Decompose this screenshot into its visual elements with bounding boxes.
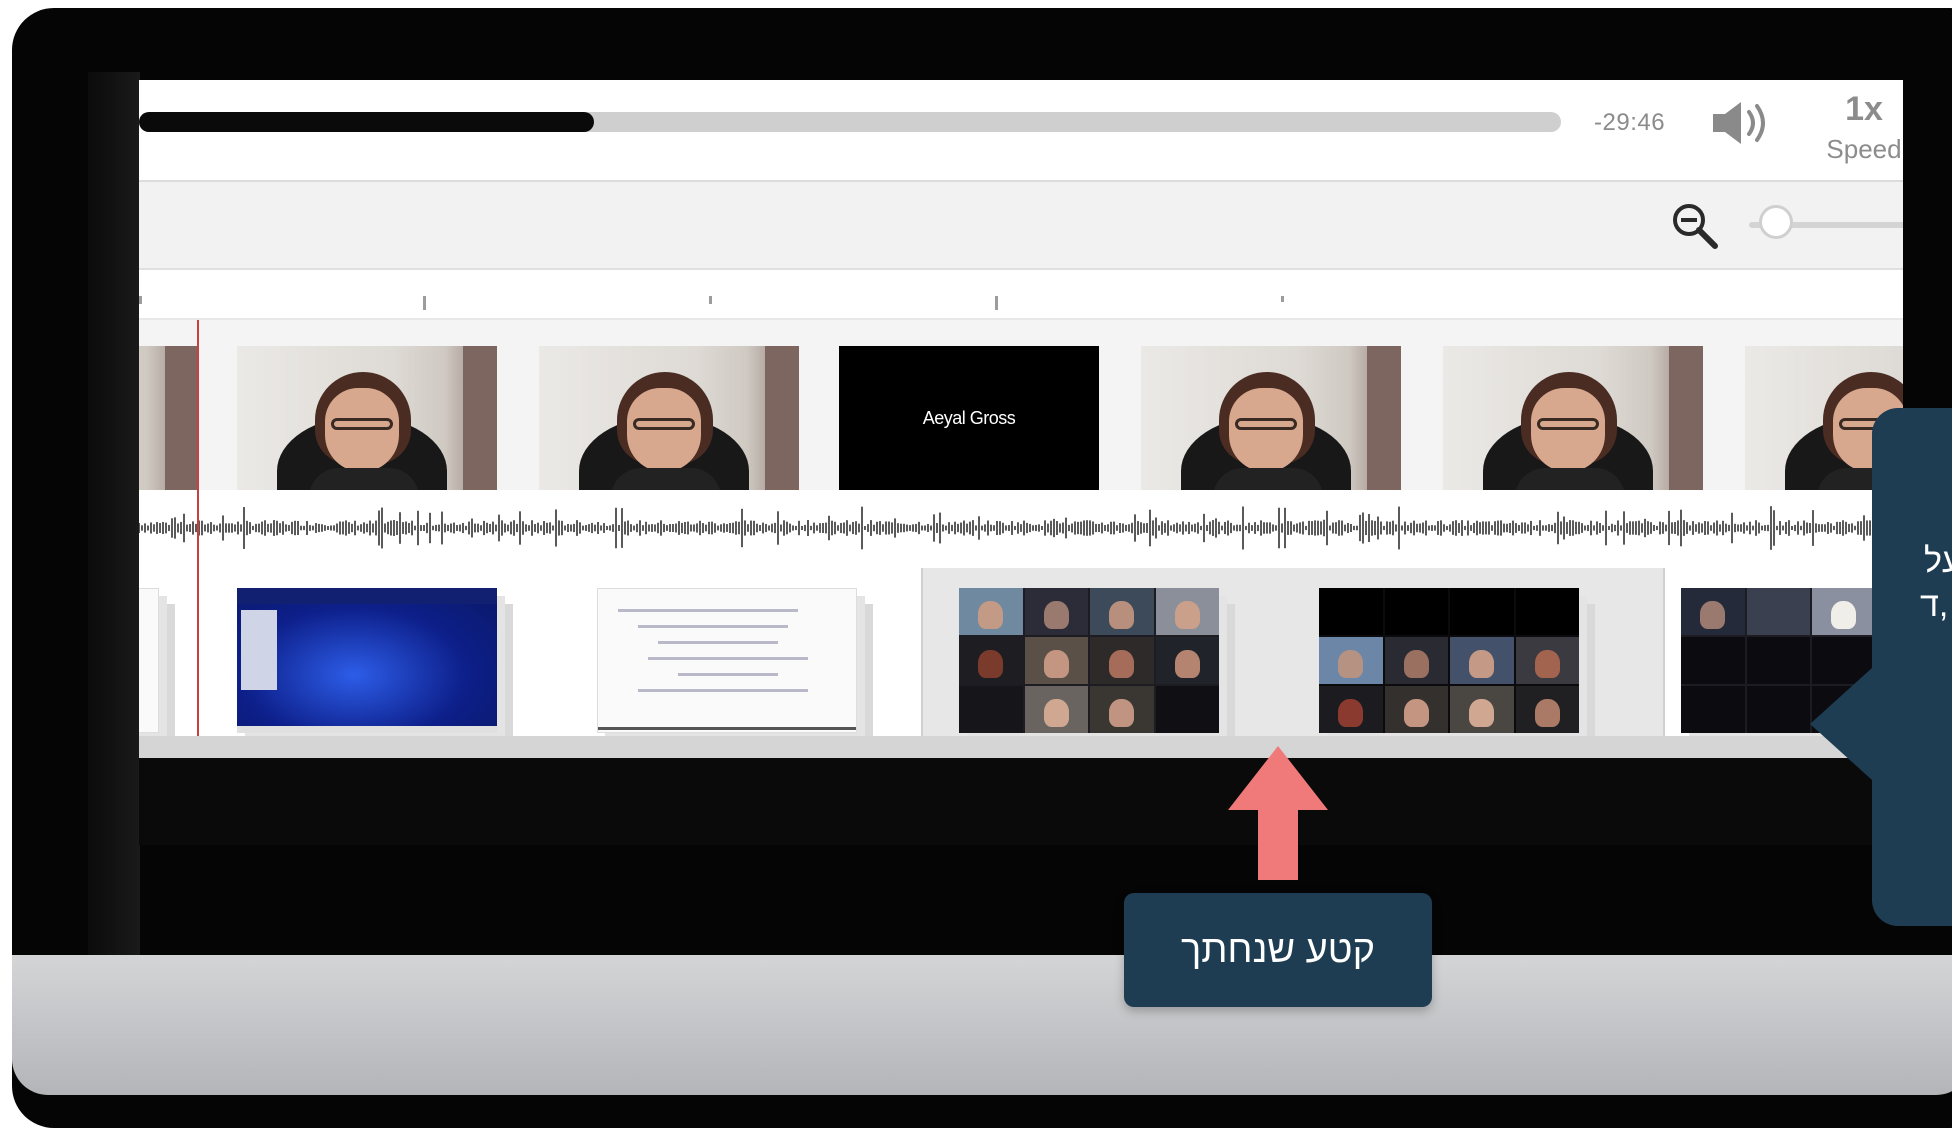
callout-cut-segment: קטע שנחתך [1124, 893, 1432, 1007]
screen-share-track[interactable] [139, 568, 1903, 736]
progress-fill [139, 112, 595, 132]
callout-right: על ד, [1810, 408, 1952, 926]
callout-cut-segment-text: קטע שנחתך [1181, 928, 1375, 971]
volume-icon[interactable] [1709, 98, 1775, 148]
player-bar: -29:46 1x Speed [139, 80, 1903, 182]
video-frame[interactable] [139, 346, 199, 491]
video-frame[interactable] [1443, 346, 1703, 491]
callout-pointer [1810, 668, 1872, 780]
video-frame[interactable] [539, 346, 799, 491]
screen-slide[interactable] [597, 588, 857, 733]
editor-screen: -29:46 1x Speed Aeyal Gross [139, 80, 1903, 845]
video-track[interactable]: Aeyal Gross [139, 320, 1903, 491]
callout-right-line1: על [1924, 542, 1952, 580]
monitor-bezel [88, 72, 140, 955]
zoom-out-icon[interactable] [1669, 200, 1721, 252]
ruler-tick [423, 296, 426, 310]
audio-waveform [139, 506, 1877, 550]
speed-value[interactable]: 1x [1829, 90, 1899, 129]
participant-name: Aeyal Gross [922, 408, 1016, 428]
screen-slide[interactable] [139, 588, 159, 733]
timeline-toolbar [139, 182, 1903, 270]
screen-slide[interactable] [237, 588, 497, 733]
playhead[interactable] [197, 320, 199, 736]
progress-bar[interactable] [139, 112, 1561, 132]
monitor-chin [12, 955, 1952, 1095]
video-frame-nameplate[interactable]: Aeyal Gross [839, 346, 1099, 491]
ruler-tick [139, 296, 142, 304]
timeline-ruler [139, 270, 1903, 320]
video-frame[interactable] [237, 346, 497, 491]
screen-slide-gallery[interactable] [959, 588, 1219, 733]
ruler-tick [709, 296, 712, 304]
zoom-slider[interactable] [1749, 205, 1903, 239]
zoom-slider-handle[interactable] [1759, 205, 1793, 239]
timeline-scrollbar[interactable] [139, 736, 1903, 758]
ruler-tick [995, 296, 998, 310]
ruler-tick [1281, 296, 1284, 302]
speed-label[interactable]: Speed [1809, 134, 1903, 165]
screen-bottom [139, 758, 1903, 845]
screen-slide-gallery[interactable] [1319, 588, 1579, 733]
video-frame[interactable] [1141, 346, 1401, 491]
time-remaining: -29:46 [1594, 109, 1666, 136]
arrow-up-icon [1228, 746, 1328, 880]
audio-track[interactable] [139, 490, 1903, 566]
callout-right-line2: ד, [1920, 586, 1949, 624]
